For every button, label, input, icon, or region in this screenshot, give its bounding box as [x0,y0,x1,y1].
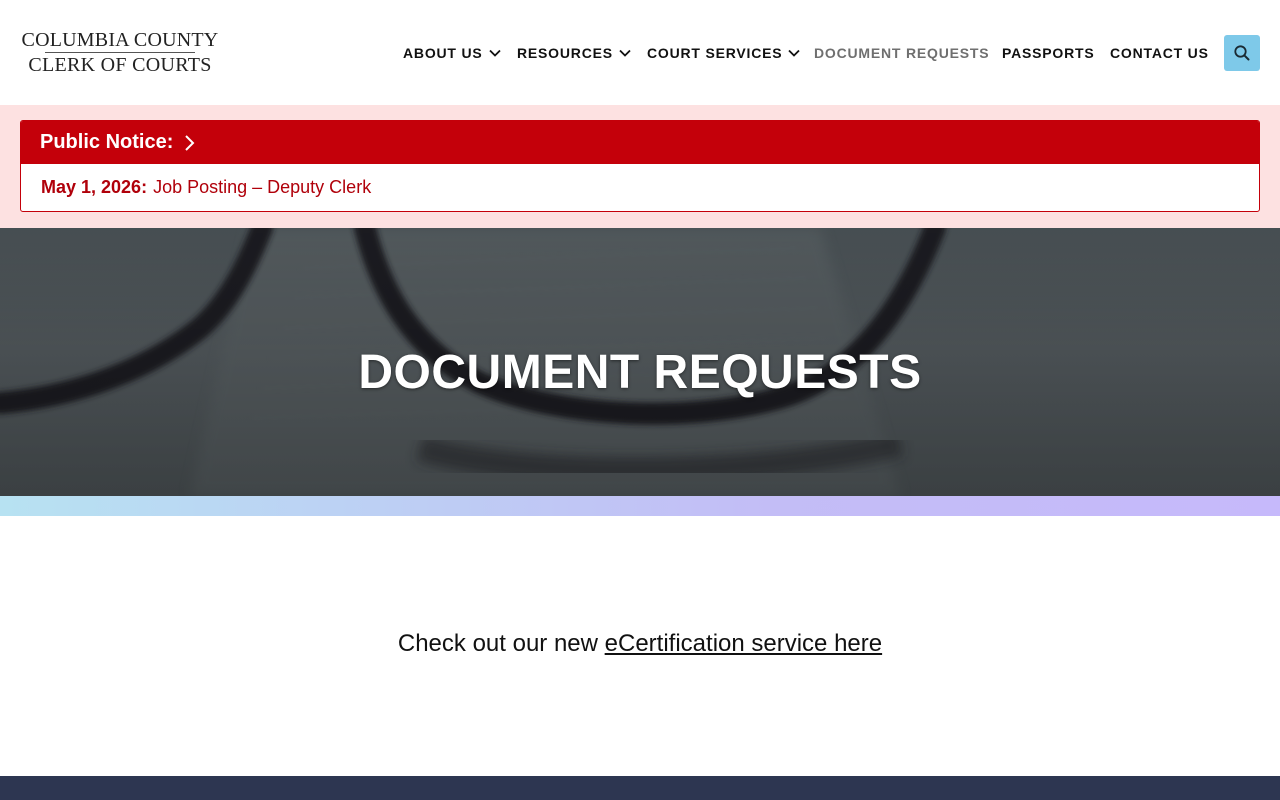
nav-document-requests[interactable]: DOCUMENT REQUESTS [814,44,989,62]
search-icon [1234,45,1250,61]
nav-label: RESOURCES [517,45,613,61]
hero-banner: DOCUMENT REQUESTS [0,228,1280,496]
notice-link[interactable]: Job Posting – Deputy Clerk [153,177,371,198]
chevron-right-icon [185,134,195,151]
nav-court-services[interactable]: COURT SERVICES [647,44,801,62]
nav-about-us[interactable]: ABOUT US [403,44,501,62]
nav-label: CONTACT US [1110,45,1209,61]
decorative-gradient-strip [0,496,1280,516]
main-content: Check out our new eCertification service… [0,516,1280,776]
public-notice-box: Public Notice: May 1, 2026: Job Posting … [20,120,1260,212]
logo-line-2: CLERK OF COURTS [28,54,212,76]
nav-label: DOCUMENT REQUESTS [814,45,990,61]
nav-resources[interactable]: RESOURCES [517,44,631,62]
nav-label: PASSPORTS [1002,45,1095,61]
public-notice-item[interactable]: May 1, 2026: Job Posting – Deputy Clerk [21,164,1259,211]
ecertification-paragraph: Check out our new eCertification service… [0,630,1280,658]
logo-divider [45,52,195,53]
ecertification-link[interactable]: eCertification service here [605,630,882,657]
public-notice-header[interactable]: Public Notice: [21,121,1259,164]
site-logo[interactable]: COLUMBIA COUNTY CLERK OF COURTS [20,29,220,76]
nav-passports[interactable]: PASSPORTS [1002,44,1095,62]
chevron-down-icon [788,49,801,57]
notice-date: May 1, 2026: [41,177,148,197]
public-notice-heading: Public Notice: [40,131,174,153]
nav-label: ABOUT US [403,45,483,61]
chevron-down-icon [619,49,631,57]
chevron-down-icon [488,49,501,57]
ecertification-lead-text: Check out our new [397,630,605,657]
search-button[interactable] [1224,35,1260,71]
page-title: DOCUMENT REQUESTS [358,346,922,399]
notice-band: Public Notice: May 1, 2026: Job Posting … [0,105,1280,228]
logo-line-1: COLUMBIA COUNTY [21,29,219,51]
nav-label: COURT SERVICES [647,45,783,61]
site-header: COLUMBIA COUNTY CLERK OF COURTS ABOUT US… [0,0,1280,105]
site-footer [0,776,1280,800]
nav-contact-us[interactable]: CONTACT US [1110,44,1209,62]
